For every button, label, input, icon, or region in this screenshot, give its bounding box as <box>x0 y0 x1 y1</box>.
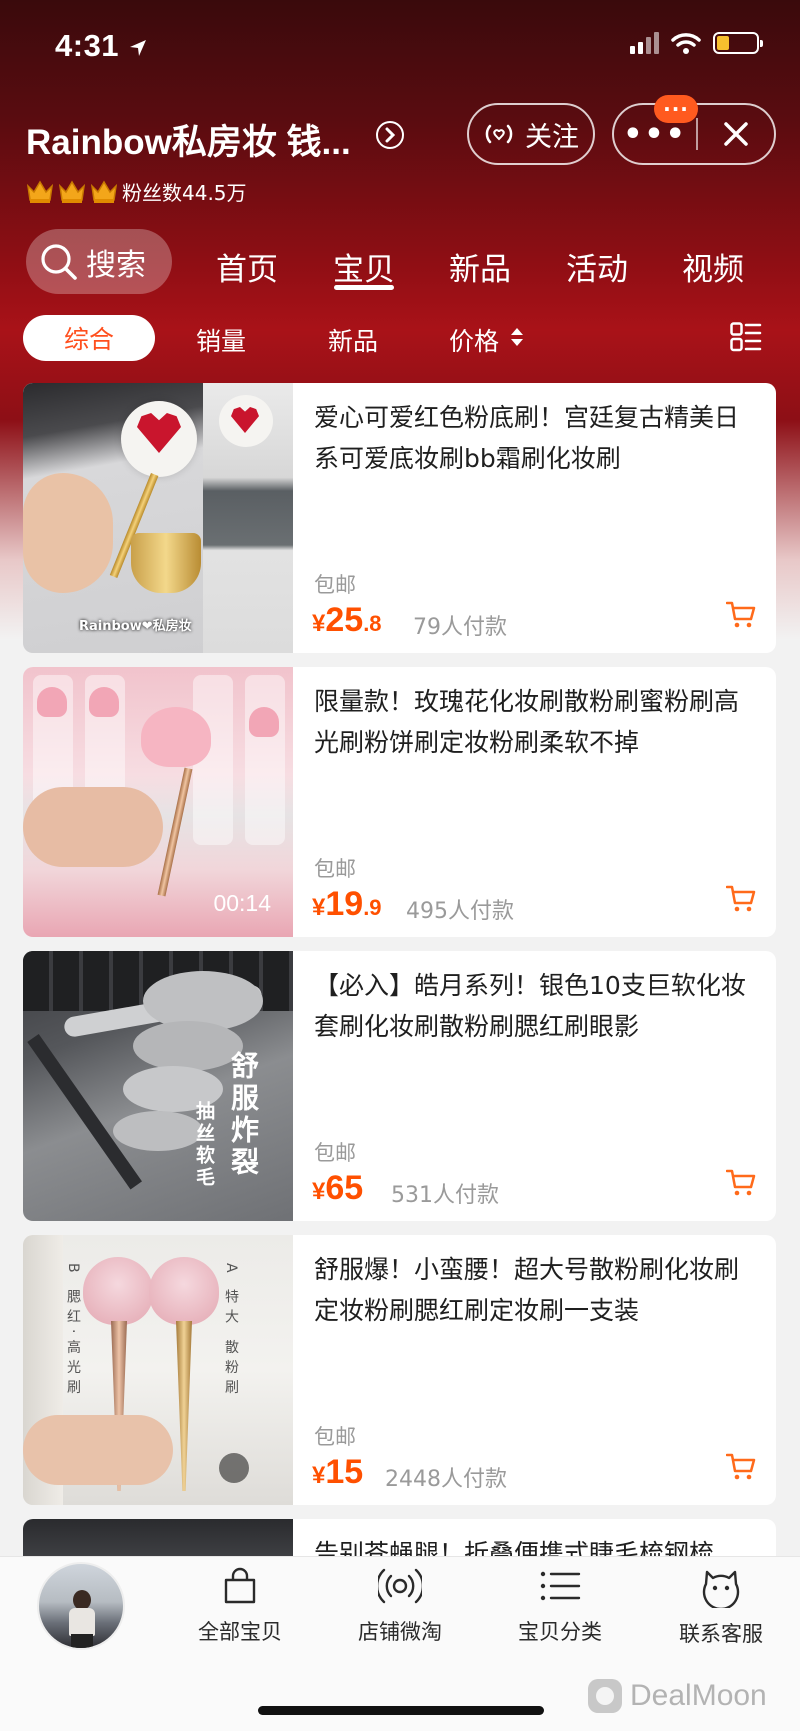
sort-arrows-icon <box>511 328 523 346</box>
product-title: 限量款！玫瑰花化妆刷散粉刷蜜粉刷高光刷粉饼刷定妆粉刷柔软不掉 <box>314 687 740 757</box>
product-price: ¥65 <box>312 1169 364 1207</box>
tab-home[interactable]: 首页 <box>216 244 278 289</box>
product-title: 【必入】皓月系列！银色10支巨软化妆套刷化妆刷散粉刷腮红刷眼影 <box>314 971 746 1041</box>
tab-customer-service-label: 联系客服 <box>679 1622 763 1646</box>
purchase-count: 2448人付款 <box>385 1467 507 1492</box>
sort-sales[interactable]: 销量 <box>196 322 246 358</box>
broadcast-icon <box>378 1568 422 1604</box>
search-icon <box>41 243 77 280</box>
product-video-thumbnail: 00:14 <box>23 667 293 937</box>
notification-badge: ··· <box>654 95 698 123</box>
product-price: ¥15 <box>312 1453 364 1491</box>
shop-name[interactable]: Rainbow私房妆 钱... <box>26 114 351 165</box>
list-icon <box>540 1571 581 1601</box>
product-image: 舒服炸裂 抽丝软毛 <box>23 951 293 1221</box>
tab-video[interactable]: 视频 <box>682 244 744 289</box>
crown-icon <box>26 180 54 203</box>
play-icon <box>219 1453 249 1483</box>
purchase-count: 79人付款 <box>413 615 507 640</box>
bag-icon <box>224 1567 256 1604</box>
free-shipping-label: 包邮 <box>314 857 356 881</box>
battery-icon <box>713 32 763 54</box>
image-caption-text: B 腮红·高光刷 <box>65 1263 81 1400</box>
location-arrow-icon <box>130 39 147 56</box>
follow-label: 关注 <box>525 121 579 153</box>
add-to-cart-icon[interactable] <box>726 885 756 913</box>
close-icon <box>724 122 748 146</box>
status-time: 4:31 <box>55 28 148 64</box>
free-shipping-label: 包邮 <box>314 1425 356 1449</box>
tab-all-items-label: 全部宝贝 <box>198 1620 282 1644</box>
product-image: A 特大 散粉刷 B 腮红·高光刷 <box>23 1235 293 1505</box>
shop-rating-crowns <box>25 178 119 204</box>
tab-shop-feed[interactable]: 店铺微淘 <box>335 1566 465 1646</box>
add-to-cart-icon[interactable] <box>726 1169 756 1197</box>
video-duration: 00:14 <box>213 890 271 916</box>
search-label: 搜索 <box>86 247 146 283</box>
grid-list-toggle-icon[interactable] <box>730 322 762 352</box>
follow-broadcast-icon <box>485 124 513 144</box>
shop-info-chevron-icon[interactable] <box>376 121 404 149</box>
product-card[interactable]: 00:14 限量款！玫瑰花化妆刷散粉刷蜜粉刷高光刷粉饼刷定妆粉刷柔软不掉 包邮 … <box>23 667 776 937</box>
tab-customer-service[interactable]: 联系客服 <box>656 1566 786 1648</box>
add-to-cart-icon[interactable] <box>726 1453 756 1481</box>
shop-avatar[interactable] <box>37 1562 125 1650</box>
purchase-count: 531人付款 <box>391 1183 499 1208</box>
tab-all-items[interactable]: 全部宝贝 <box>175 1566 305 1646</box>
product-price: ¥19.9 <box>312 885 382 923</box>
add-to-cart-icon[interactable] <box>726 601 756 629</box>
tab-new[interactable]: 新品 <box>449 244 511 289</box>
crown-icon <box>90 180 118 203</box>
tab-categories[interactable]: 宝贝分类 <box>495 1566 625 1646</box>
product-image: Rainbow❤私房妆 <box>23 383 293 653</box>
follow-button[interactable]: 关注 <box>467 103 595 165</box>
dealmoon-logo-icon <box>588 1679 622 1713</box>
wifi-icon <box>671 33 701 54</box>
sort-comprehensive[interactable]: 综合 <box>23 315 155 361</box>
tab-items[interactable]: 宝贝 <box>333 244 395 289</box>
status-icons <box>630 32 763 54</box>
search-button[interactable]: 搜索 <box>26 229 172 294</box>
tab-shop-feed-label: 店铺微淘 <box>358 1620 442 1644</box>
free-shipping-label: 包邮 <box>314 573 356 597</box>
image-caption-text: 舒服炸裂 <box>227 1051 260 1179</box>
close-button[interactable] <box>698 105 775 163</box>
purchase-count: 495人付款 <box>406 899 514 924</box>
product-card[interactable]: 舒服炸裂 抽丝软毛 【必入】皓月系列！银色10支巨软化妆套刷化妆刷散粉刷腮红刷眼… <box>23 951 776 1221</box>
free-shipping-label: 包邮 <box>314 1141 356 1165</box>
image-caption-text: 抽丝软毛 <box>193 1101 215 1189</box>
sort-comprehensive-label: 综合 <box>63 325 114 354</box>
sort-price[interactable]: 价格 <box>449 322 499 358</box>
home-indicator <box>258 1706 544 1715</box>
cellular-signal-icon <box>630 32 659 54</box>
image-watermark-text: Rainbow❤私房妆 <box>79 619 192 634</box>
product-price: ¥25.8 <box>312 601 382 639</box>
image-caption-text: A 特大 散粉刷 <box>223 1263 239 1400</box>
product-title: 爱心可爱红色粉底刷！宫廷复古精美日系可爱底妆刷bb霜刷化妆刷 <box>314 403 740 473</box>
active-tab-indicator <box>334 285 394 290</box>
sort-new[interactable]: 新品 <box>328 322 378 358</box>
tab-events[interactable]: 活动 <box>566 244 628 289</box>
crown-icon <box>58 180 86 203</box>
product-card[interactable]: Rainbow❤私房妆 爱心可爱红色粉底刷！宫廷复古精美日系可爱底妆刷bb霜刷化… <box>23 383 776 653</box>
watermark: DealMoon <box>586 1677 767 1715</box>
product-title: 舒服爆！小蛮腰！超大号散粉刷化妆刷定妆粉刷腮红刷定妆刷一支装 <box>314 1255 740 1325</box>
chat-face-icon <box>702 1570 740 1608</box>
watermark-text: DealMoon <box>630 1679 767 1712</box>
tab-categories-label: 宝贝分类 <box>518 1620 602 1644</box>
product-card[interactable]: A 特大 散粉刷 B 腮红·高光刷 舒服爆！小蛮腰！超大号散粉刷化妆刷定妆粉刷腮… <box>23 1235 776 1505</box>
fans-count: 粉丝数44.5万 <box>122 181 247 205</box>
